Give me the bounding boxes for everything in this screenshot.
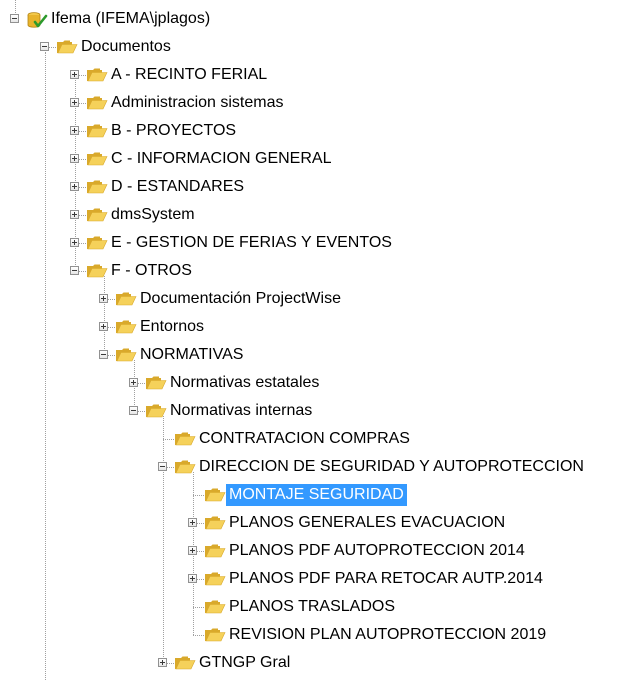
folder-icon	[204, 571, 226, 587]
expand-toggle-icon[interactable]	[99, 322, 108, 331]
tree-node-label[interactable]: Administracion sistemas	[108, 92, 287, 114]
tree-node-label[interactable]: Documentación ProjectWise	[137, 288, 344, 310]
tree-node-label[interactable]: Entornos	[137, 316, 207, 338]
tree-node-label[interactable]: PLANOS TRASLADOS	[226, 596, 398, 618]
datasource-icon	[26, 11, 48, 28]
tree-node-label[interactable]: REVISION PLAN AUTOPROTECCION 2019	[226, 624, 549, 646]
folder-icon	[86, 235, 108, 251]
folder-icon	[174, 655, 196, 671]
collapse-toggle-icon[interactable]	[129, 406, 138, 415]
folder-open-icon	[115, 347, 137, 363]
tree-node-label[interactable]: Normativas internas	[167, 400, 315, 422]
collapse-toggle-icon[interactable]	[40, 42, 49, 51]
tree-node-label[interactable]: Normativas estatales	[167, 372, 322, 394]
tree-node-label[interactable]: Documentos	[78, 36, 174, 58]
folder-icon	[204, 599, 226, 615]
tree-row[interactable]	[0, 313, 1, 314]
tree-row[interactable]	[0, 649, 1, 650]
folder-icon	[86, 67, 108, 83]
tree-row[interactable]	[0, 593, 1, 594]
tree-node-label[interactable]: F - OTROS	[108, 260, 195, 282]
tree-row[interactable]	[0, 201, 1, 202]
tree-row[interactable]	[0, 229, 1, 230]
folder-icon	[115, 319, 137, 335]
tree-row[interactable]	[0, 397, 1, 398]
folder-icon	[145, 375, 167, 391]
tree-row[interactable]	[0, 425, 1, 426]
expand-toggle-icon[interactable]	[70, 182, 79, 191]
tree-row[interactable]	[0, 453, 1, 454]
folder-icon	[86, 123, 108, 139]
tree-node-label[interactable]: GTNGP Gral	[196, 652, 293, 674]
expand-toggle-icon[interactable]	[70, 126, 79, 135]
tree-node-label[interactable]: PLANOS GENERALES EVACUACION	[226, 512, 508, 534]
expand-toggle-icon[interactable]	[188, 518, 197, 527]
folder-icon	[86, 207, 108, 223]
collapse-toggle-icon[interactable]	[70, 266, 79, 275]
tree-row[interactable]	[0, 369, 1, 370]
folder-icon	[204, 627, 226, 643]
tree-node-label-selected[interactable]: MONTAJE SEGURIDAD	[226, 484, 407, 506]
expand-toggle-icon[interactable]	[188, 574, 197, 583]
expand-toggle-icon[interactable]	[70, 98, 79, 107]
tree-node-label[interactable]: A - RECINTO FERIAL	[108, 64, 270, 86]
tree-node-label[interactable]: PLANOS PDF PARA RETOCAR AUTP.2014	[226, 568, 546, 590]
folder-open-icon	[145, 403, 167, 419]
folder-icon	[204, 543, 226, 559]
tree-node-label[interactable]: NORMATIVAS	[137, 344, 246, 366]
folder-icon	[86, 151, 108, 167]
folder-open-icon	[56, 39, 78, 55]
tree-node-label[interactable]: PLANOS PDF AUTOPROTECCION 2014	[226, 540, 528, 562]
tree-node-label[interactable]: dmsSystem	[108, 204, 198, 226]
tree-node-label[interactable]: D - ESTANDARES	[108, 176, 247, 198]
tree-node-label[interactable]: C - INFORMACION GENERAL	[108, 148, 334, 170]
tree-row[interactable]	[0, 145, 1, 146]
tree-row[interactable]	[0, 621, 1, 622]
expand-toggle-icon[interactable]	[158, 658, 167, 667]
expand-toggle-icon[interactable]	[188, 546, 197, 555]
tree-row[interactable]	[0, 509, 1, 510]
tree-row[interactable]	[0, 565, 1, 566]
tree-row[interactable]	[0, 33, 1, 34]
folder-icon	[86, 179, 108, 195]
folder-icon	[115, 291, 137, 307]
tree-row[interactable]	[0, 117, 1, 118]
tree-row[interactable]	[0, 341, 1, 342]
tree-row[interactable]	[0, 5, 1, 6]
folder-open-icon	[86, 263, 108, 279]
folder-open-icon	[174, 459, 196, 475]
tree-row[interactable]	[0, 89, 1, 90]
collapse-toggle-icon[interactable]	[99, 350, 108, 359]
expand-toggle-icon[interactable]	[99, 294, 108, 303]
folder-tree[interactable]: Ifema (IFEMA\jplagos) Documentos A - RECIN…	[0, 0, 620, 680]
folder-icon	[204, 487, 226, 503]
folder-icon	[174, 431, 196, 447]
folder-icon	[204, 515, 226, 531]
tree-node-label[interactable]: E - GESTION DE FERIAS Y EVENTOS	[108, 232, 395, 254]
folder-icon	[86, 95, 108, 111]
collapse-toggle-icon[interactable]	[10, 14, 19, 23]
collapse-toggle-icon[interactable]	[158, 462, 167, 471]
tree-row[interactable]	[0, 481, 1, 482]
expand-toggle-icon[interactable]	[70, 238, 79, 247]
tree-row[interactable]	[0, 257, 1, 258]
tree-row[interactable]	[0, 285, 1, 286]
tree-node-label[interactable]: DIRECCION DE SEGURIDAD Y AUTOPROTECCION	[196, 456, 587, 478]
expand-toggle-icon[interactable]	[70, 210, 79, 219]
tree-node-label[interactable]: B - PROYECTOS	[108, 120, 239, 142]
tree-node-label[interactable]: Ifema (IFEMA\jplagos)	[48, 8, 213, 30]
expand-toggle-icon[interactable]	[129, 378, 138, 387]
tree-row[interactable]	[0, 61, 1, 62]
tree-row[interactable]	[0, 173, 1, 174]
expand-toggle-icon[interactable]	[70, 70, 79, 79]
tree-node-label[interactable]: CONTRATACION COMPRAS	[196, 428, 413, 450]
expand-toggle-icon[interactable]	[70, 154, 79, 163]
tree-row[interactable]	[0, 537, 1, 538]
